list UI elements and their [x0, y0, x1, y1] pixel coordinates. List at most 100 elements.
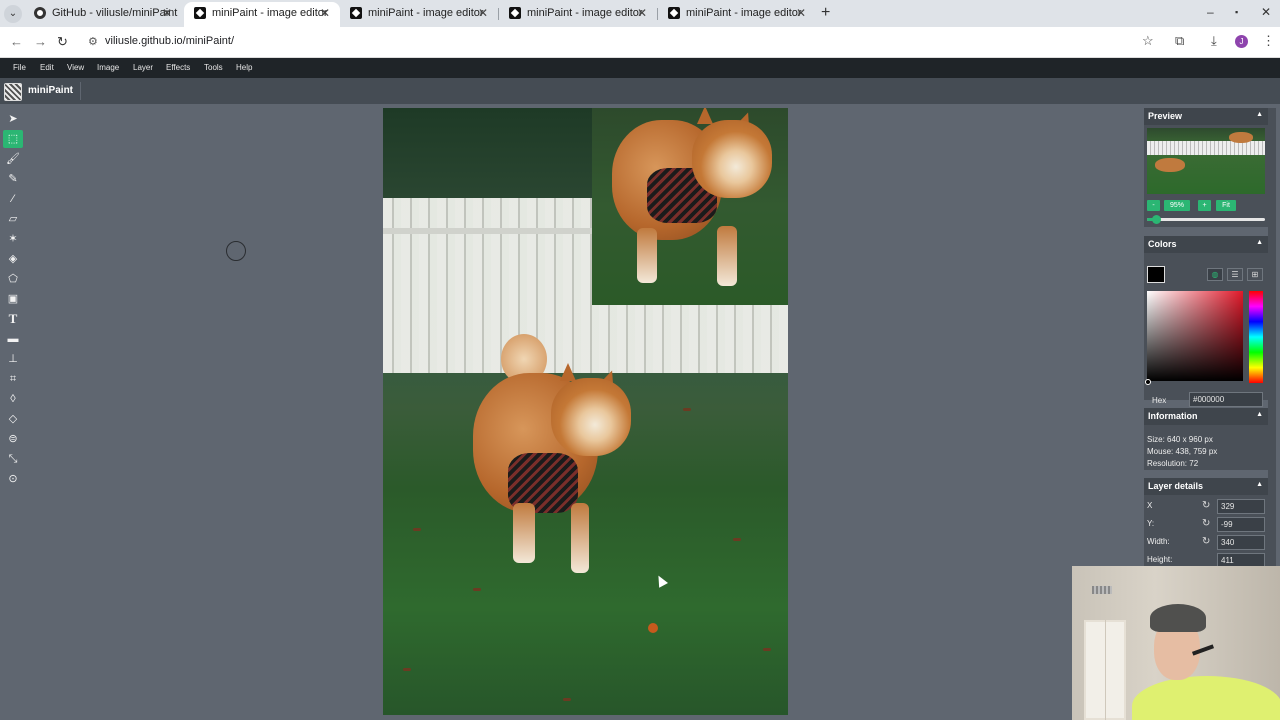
browser-tab[interactable]: miniPaint - image editor ✕: [658, 2, 816, 27]
browser-tab[interactable]: GitHub - viliusle/miniPaint ✕: [24, 2, 182, 27]
brush-cursor-icon: [226, 241, 246, 261]
pick-color-tool-icon[interactable]: ⁄: [3, 190, 23, 208]
erase-tool-icon[interactable]: ▱: [3, 210, 23, 228]
reload-icon[interactable]: ↻: [57, 34, 68, 50]
text-tool-icon[interactable]: T: [3, 310, 23, 328]
reset-icon[interactable]: ↻: [1202, 518, 1210, 529]
person-hoodie: [1132, 676, 1280, 720]
saturation-value-picker[interactable]: [1147, 291, 1243, 381]
clone-tool-icon[interactable]: ⊥: [3, 350, 23, 368]
menu-view[interactable]: View: [67, 63, 84, 72]
menu-file[interactable]: File: [13, 63, 26, 72]
bulge-pinch-tool-icon[interactable]: ⊜: [3, 430, 23, 448]
reset-icon[interactable]: ↻: [1202, 536, 1210, 547]
maximize-icon[interactable]: ▪: [1235, 7, 1238, 17]
github-icon: [34, 7, 46, 19]
brush-tool-icon[interactable]: 🖌: [3, 150, 23, 168]
layer-y-input[interactable]: [1217, 517, 1265, 532]
layer-details-panel-header[interactable]: Layer details ▲: [1144, 478, 1268, 495]
preview-thumbnail[interactable]: [1147, 128, 1265, 194]
colors-panel-header[interactable]: Colors ▲: [1144, 236, 1268, 253]
webcam-overlay: [1072, 566, 1280, 720]
image-canvas[interactable]: [383, 108, 788, 715]
zoom-value[interactable]: 95%: [1164, 200, 1190, 211]
zoom-out-button[interactable]: -: [1147, 200, 1160, 211]
menu-help[interactable]: Help: [236, 63, 252, 72]
minipaint-icon: [350, 7, 362, 19]
pencil-tool-icon[interactable]: ✎: [3, 170, 23, 188]
menu-tools[interactable]: Tools: [204, 63, 223, 72]
forward-icon[interactable]: →: [34, 34, 47, 49]
close-icon[interactable]: ✕: [637, 2, 647, 24]
layer-width-input[interactable]: [1217, 535, 1265, 550]
information-panel-header[interactable]: Information ▲: [1144, 408, 1268, 425]
menu-layer[interactable]: Layer: [133, 63, 153, 72]
collapse-icon[interactable]: ▲: [1256, 411, 1263, 418]
collapse-icon[interactable]: ▲: [1256, 239, 1263, 246]
hex-label: Hex: [1152, 396, 1167, 405]
new-tab-icon[interactable]: +: [821, 4, 830, 22]
preview-panel-header[interactable]: Preview ▲: [1144, 108, 1268, 125]
divider: [80, 82, 81, 100]
reset-icon[interactable]: ↻: [1202, 500, 1210, 511]
app-title: miniPaint: [28, 85, 74, 96]
extensions-icon[interactable]: ⧉: [1175, 33, 1184, 49]
site-info-icon[interactable]: ⚙: [88, 35, 98, 48]
color-picker-handle[interactable]: [1145, 379, 1151, 385]
close-icon[interactable]: ✕: [478, 2, 488, 24]
info-resolution: Resolution: 72: [1147, 459, 1199, 468]
zoom-in-button[interactable]: +: [1198, 200, 1211, 211]
information-title: Information: [1148, 411, 1198, 421]
close-icon[interactable]: ✕: [796, 2, 806, 24]
crop-tool-icon[interactable]: ⌗: [3, 370, 23, 388]
zoom-slider[interactable]: [1147, 215, 1265, 224]
browser-tab[interactable]: miniPaint - image editor ✕: [499, 2, 657, 27]
layer-height-input[interactable]: [1217, 553, 1265, 566]
blur-tool-icon[interactable]: ◊: [3, 390, 23, 408]
current-color-swatch[interactable]: [1147, 266, 1165, 283]
hue-slider[interactable]: [1249, 291, 1263, 383]
collapse-icon[interactable]: ▲: [1256, 111, 1263, 118]
close-icon[interactable]: ✕: [320, 2, 330, 24]
zoom-fit-button[interactable]: Fit: [1216, 200, 1236, 211]
magic-wand-tool-icon[interactable]: ✶: [3, 230, 23, 248]
url-text[interactable]: viliusle.github.io/miniPaint/: [105, 35, 234, 47]
more-menu-icon[interactable]: ⋮: [1262, 33, 1275, 49]
selection-tool-icon[interactable]: ⬚: [3, 130, 23, 148]
back-icon[interactable]: ←: [10, 34, 23, 49]
menu-image[interactable]: Image: [97, 63, 119, 72]
pasted-layer[interactable]: [592, 108, 788, 305]
sharpen-tool-icon[interactable]: ◇: [3, 410, 23, 428]
color-picker-mode-icon[interactable]: ◍: [1207, 268, 1223, 281]
profile-avatar[interactable]: J: [1235, 35, 1248, 48]
color-list-mode-icon[interactable]: ☰: [1227, 268, 1243, 281]
media-tool-icon[interactable]: ▣: [3, 290, 23, 308]
minipaint-logo-icon: [4, 83, 22, 101]
browser-tab[interactable]: miniPaint - image editor ✕: [340, 2, 498, 27]
color-grid-mode-icon[interactable]: ⊞: [1247, 268, 1263, 281]
animation-tool-icon[interactable]: ⊙: [3, 470, 23, 488]
window-close-icon[interactable]: ✕: [1261, 5, 1271, 19]
bookmark-star-icon[interactable]: ☆: [1142, 33, 1154, 49]
shape-tool-icon[interactable]: ⬠: [3, 270, 23, 288]
layer-x-input[interactable]: [1217, 499, 1265, 514]
menu-effects[interactable]: Effects: [166, 63, 190, 72]
address-bar[interactable]: ⚙ viliusle.github.io/miniPaint/: [80, 30, 1160, 54]
browser-toolbar: ← → ↻ ⚙ viliusle.github.io/miniPaint/ ☆ …: [0, 27, 1280, 58]
minipaint-icon: [194, 7, 206, 19]
browser-tab-active[interactable]: miniPaint - image editor ✕: [184, 2, 340, 27]
select-tool-icon[interactable]: ➤: [3, 110, 23, 128]
download-icon[interactable]: ⤓: [1211, 33, 1217, 49]
fill-tool-icon[interactable]: ◈: [3, 250, 23, 268]
gradient-tool-icon[interactable]: ▬: [3, 330, 23, 348]
hex-input[interactable]: [1189, 392, 1263, 407]
desaturate-tool-icon[interactable]: ⤡: [3, 450, 23, 468]
tab-search-icon[interactable]: ⌄: [4, 5, 22, 23]
menu-edit[interactable]: Edit: [40, 63, 54, 72]
sidebar-scrollbar[interactable]: [1268, 108, 1276, 566]
collapse-icon[interactable]: ▲: [1256, 481, 1263, 488]
door-seam: [1105, 620, 1106, 720]
minimize-icon[interactable]: –: [1207, 5, 1214, 19]
colors-panel: ◍ ☰ ⊞ Hex: [1144, 253, 1268, 407]
close-icon[interactable]: ✕: [162, 2, 172, 24]
